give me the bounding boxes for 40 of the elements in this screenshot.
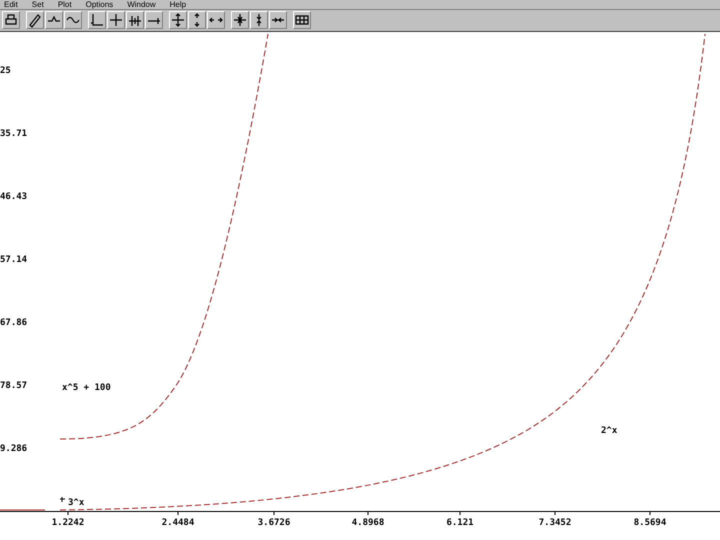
menu-item[interactable]: Window <box>127 0 156 9</box>
curve-label: x^5 + 100 <box>62 383 111 393</box>
x-tick-label: 7.3452 <box>538 518 572 528</box>
x-tick-label: 4.8968 <box>352 518 384 528</box>
toolbar-button[interactable] <box>126 11 144 29</box>
toolbar-button[interactable] <box>26 11 44 29</box>
menu-item[interactable]: Options <box>86 0 114 9</box>
toolbar-button[interactable] <box>269 11 287 29</box>
toolbar-button[interactable] <box>293 11 311 29</box>
toolbar-button[interactable] <box>250 11 268 29</box>
y-tick-label: 25 <box>0 66 11 76</box>
pencil-icon <box>27 12 43 28</box>
toolbar-button[interactable] <box>188 11 206 29</box>
toolbar-button[interactable] <box>207 11 225 29</box>
toolbar-button[interactable] <box>107 11 125 29</box>
crosshair-icon <box>108 12 124 28</box>
curve-label: 3^x <box>68 498 84 508</box>
toolbar-button[interactable] <box>145 11 163 29</box>
menu-item[interactable]: Help <box>170 0 186 9</box>
x-tick-label: 3.6726 <box>258 518 290 528</box>
toolbar-button[interactable] <box>169 11 187 29</box>
y-tick-label: 78.57 <box>0 381 28 391</box>
curve-label: 2^x <box>601 426 618 436</box>
menu-item[interactable]: Edit <box>4 0 18 9</box>
plus-marker-icon <box>60 496 66 502</box>
y-tick-label: 9.286 <box>0 444 28 454</box>
y-tick-label: 46.43 <box>0 192 28 202</box>
x-tick-label: 6.121 <box>446 518 474 528</box>
y-tick-label: 57.14 <box>0 255 28 265</box>
x-tick-label: 1.2242 <box>52 518 84 528</box>
menu-item[interactable]: Set <box>32 0 44 9</box>
x-tick-label: 2.4484 <box>162 518 194 528</box>
toolbar-button[interactable] <box>2 11 20 29</box>
menu-item[interactable]: Plot <box>58 0 72 9</box>
x-tick-label: 8.5694 <box>634 518 666 528</box>
y-tick-label: 35.71 <box>0 129 28 139</box>
toolbar-button[interactable] <box>88 11 106 29</box>
move-arrows-icon <box>170 12 186 28</box>
y-tick-label: 67.86 <box>0 318 28 328</box>
axes-icon <box>89 12 105 28</box>
